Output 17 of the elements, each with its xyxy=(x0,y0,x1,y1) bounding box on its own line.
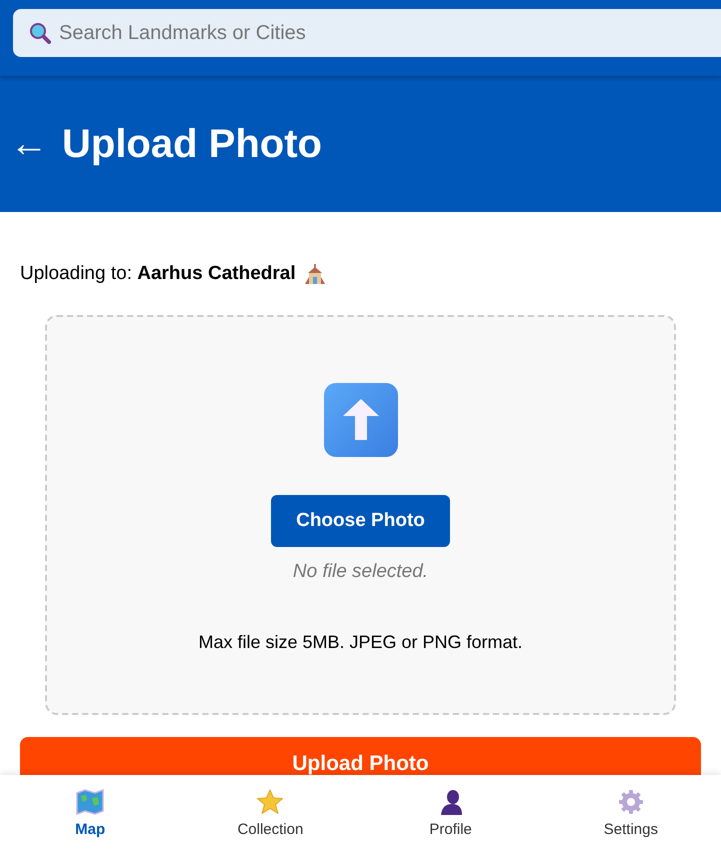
back-button[interactable]: ← xyxy=(10,125,48,163)
search-field[interactable]: Search Landmarks or Cities xyxy=(13,9,721,57)
nav-tab[interactable]: Profile xyxy=(360,775,541,855)
file-status-text: No file selected. xyxy=(292,560,428,584)
choose-photo-button[interactable]: Choose Photo xyxy=(271,494,450,547)
drop-zone[interactable]: Choose Photo No file selected. Max file size 5MB. JPEG or PNG format. xyxy=(45,314,676,714)
page-title: Upload Photo xyxy=(62,121,322,168)
nav-tab[interactable]: Collection xyxy=(180,775,360,855)
file-requirements-text: Max file size 5MB. JPEG or PNG format. xyxy=(198,630,523,654)
nav-tab[interactable]: Settings xyxy=(540,775,721,855)
map-icon xyxy=(75,788,106,815)
star-icon xyxy=(256,788,284,815)
church-icon xyxy=(304,263,326,286)
gear-icon xyxy=(618,788,644,815)
upload-icon xyxy=(324,382,398,456)
upload-target-text: Uploading to: Aarhus Cathedral xyxy=(20,262,296,286)
nav-tab[interactable]: Map xyxy=(0,775,180,855)
